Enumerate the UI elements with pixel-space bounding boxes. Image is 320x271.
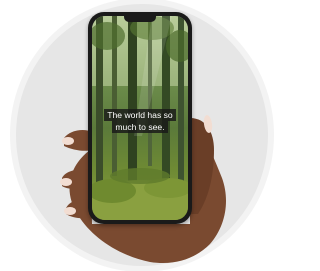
caption-line-2: much to see. [112, 121, 168, 133]
phone-device: The world has so much to see. [88, 12, 192, 224]
camera-notch [124, 16, 156, 22]
phone-screen[interactable]: The world has so much to see. [92, 16, 188, 220]
caption-line-1: The world has so [104, 109, 176, 121]
caption-overlay: The world has so much to see. [98, 109, 182, 133]
